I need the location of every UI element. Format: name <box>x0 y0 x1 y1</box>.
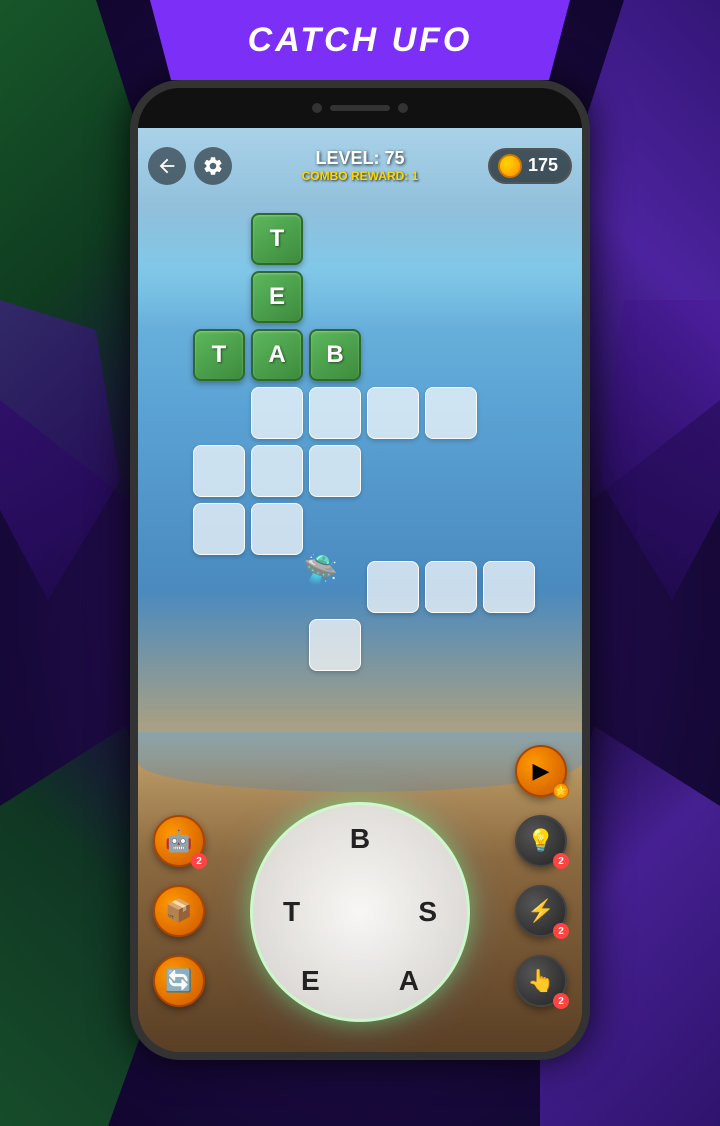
wheel-letter-A[interactable]: A <box>399 965 419 997</box>
game-header: LEVEL: 75 COMBO REWARD: 1 175 <box>148 138 572 193</box>
box-icon: 📦 <box>165 898 192 924</box>
cell-B: B <box>309 329 361 381</box>
hint-icon: 💡 <box>527 828 554 854</box>
game-screen: LEVEL: 75 COMBO REWARD: 1 175 T E T A B <box>138 128 582 1052</box>
hand-icon: 👆 <box>527 968 554 994</box>
cell-empty-11 <box>425 561 477 613</box>
hand-badge: 2 <box>553 993 569 1009</box>
cell-empty-2 <box>309 387 361 439</box>
cell-A: A <box>251 329 303 381</box>
letter-wheel[interactable]: B T S E A <box>250 802 470 1022</box>
cell-empty-8 <box>193 503 245 555</box>
cell-empty-6 <box>251 445 303 497</box>
swap-icon: 🔄 <box>165 968 192 994</box>
coins-badge: 175 <box>488 148 572 184</box>
cell-T: T <box>251 213 303 265</box>
ufo-icon: 🛸 <box>303 553 338 586</box>
cell-empty-9 <box>251 503 303 555</box>
camera-dot-2 <box>398 103 408 113</box>
robot-button[interactable]: 🤖 2 <box>153 815 205 867</box>
coins-count: 175 <box>528 155 558 176</box>
wheel-letter-S[interactable]: S <box>418 896 437 928</box>
wheel-letter-T[interactable]: T <box>283 896 300 928</box>
video-badge: 🌟 <box>553 783 569 799</box>
hint-button[interactable]: 💡 2 <box>515 815 567 867</box>
cell-empty-13 <box>309 619 361 671</box>
hint-badge: 2 <box>553 853 569 869</box>
phone-frame: LEVEL: 75 COMBO REWARD: 1 175 T E T A B <box>130 80 590 1060</box>
robot-icon: 🤖 <box>165 828 192 854</box>
header-center-info: LEVEL: 75 COMBO REWARD: 1 <box>302 148 419 183</box>
robot-badge: 2 <box>191 853 207 869</box>
wheel-letter-E[interactable]: E <box>301 965 320 997</box>
speaker-bar <box>330 105 390 111</box>
cell-empty-1 <box>251 387 303 439</box>
combo-reward-display: COMBO REWARD: 1 <box>302 169 419 183</box>
cell-E: E <box>251 271 303 323</box>
level-display: LEVEL: 75 <box>302 148 419 169</box>
cell-empty-5 <box>193 445 245 497</box>
cell-empty-7 <box>309 445 361 497</box>
swap-button[interactable]: 🔄 <box>153 955 205 1007</box>
video-reward-button[interactable]: ▶ 🌟 <box>515 745 567 797</box>
video-icon: ▶ <box>533 758 550 784</box>
top-banner: CATCH UFO <box>150 0 570 80</box>
lightning-button[interactable]: ⚡ 2 <box>515 885 567 937</box>
camera-dot <box>312 103 322 113</box>
cell-T2: T <box>193 329 245 381</box>
coin-icon <box>498 154 522 178</box>
box-button[interactable]: 📦 <box>153 885 205 937</box>
lightning-badge: 2 <box>553 923 569 939</box>
back-button[interactable] <box>148 147 186 185</box>
lightning-icon: ⚡ <box>527 898 554 924</box>
hand-button[interactable]: 👆 2 <box>515 955 567 1007</box>
wheel-letter-B[interactable]: B <box>350 823 370 855</box>
cell-empty-3 <box>367 387 419 439</box>
banner-title: CATCH UFO <box>248 21 473 60</box>
phone-top-bar <box>138 88 582 128</box>
cell-empty-12 <box>483 561 535 613</box>
cell-empty-4 <box>425 387 477 439</box>
settings-button[interactable] <box>194 147 232 185</box>
header-left-controls <box>148 147 232 185</box>
cell-empty-10 <box>367 561 419 613</box>
